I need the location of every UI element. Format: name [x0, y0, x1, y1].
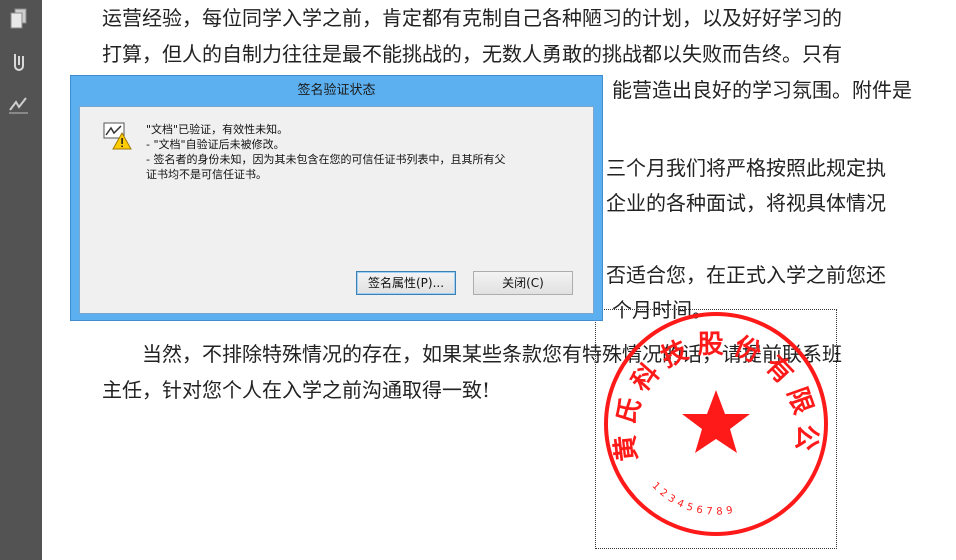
attachments-button[interactable] — [6, 48, 32, 74]
doc-line: 企业的各种面试，将视具体情况 — [606, 191, 886, 215]
close-button[interactable]: 关闭(C) — [473, 271, 573, 295]
status-message: - 签名者的身份未知，因为其未包含在您的可信任证书列表中，且其所有父 — [146, 153, 506, 166]
doc-line: 能营造出良好的学习氛围。附件是 — [612, 78, 912, 102]
doc-line: 三个月我们将严格按照此规定执 — [606, 156, 886, 180]
doc-line: 打算，但人的自制力往往是最不能挑战的，无数人勇敢的挑战都以失败而告终。只有 — [102, 42, 842, 66]
status-message: 证书均不是可信任证书。 — [146, 168, 267, 181]
seal-icon: 黄氏科技股份有限公司 123456789 — [579, 287, 828, 536]
dialog-title[interactable]: 签名验证状态 — [71, 76, 602, 106]
signature-status-dialog: 签名验证状态 "文档"已验证，有效性未知。 - "文档"自验证后未被修改。 - … — [70, 75, 603, 321]
status-message: - "文档"自验证后未被修改。 — [146, 138, 285, 151]
doc-line: 否适合您，在正式入学之前您还 — [606, 263, 886, 287]
navigation-sidebar — [0, 0, 43, 560]
status-message: "文档"已验证，有效性未知。 — [146, 123, 289, 136]
company-seal[interactable]: 黄氏科技股份有限公司 123456789 — [579, 287, 837, 549]
attachment-icon — [14, 54, 24, 71]
signature-icon — [9, 97, 28, 114]
pages-icon — [10, 8, 27, 29]
doc-line: 运营经验，每位同学入学之前，肯定都有克制自己各种陋习的计划，以及好好学习的 — [102, 6, 842, 30]
signatures-button[interactable] — [6, 92, 32, 118]
seal-code: 123456789 — [650, 480, 738, 517]
pages-button[interactable] — [6, 6, 32, 32]
signature-warning-icon — [103, 122, 132, 150]
dialog-body: "文档"已验证，有效性未知。 - "文档"自验证后未被修改。 - 签名者的身份未… — [79, 106, 594, 314]
signature-properties-button[interactable]: 签名属性(P)... — [356, 271, 456, 295]
